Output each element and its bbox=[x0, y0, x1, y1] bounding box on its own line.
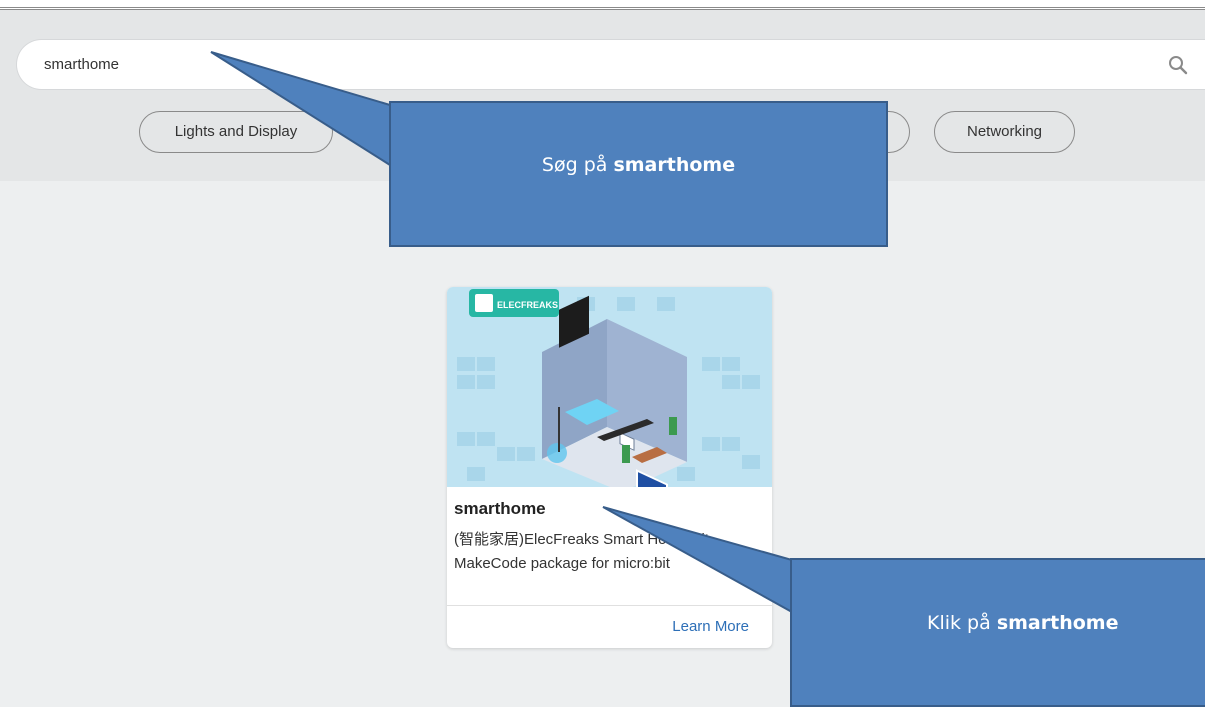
category-chip-label: Lights and Display bbox=[174, 123, 298, 140]
extension-card-smarthome[interactable]: ELECFREAKS smarthome (智能家居)ElecFreaks Sm… bbox=[447, 287, 772, 648]
category-chip-networking[interactable]: Networking bbox=[934, 111, 1075, 153]
top-rule bbox=[0, 0, 1205, 10]
card-divider bbox=[447, 605, 772, 606]
search-instruction-callout: Søg på smarthome bbox=[389, 101, 888, 247]
search-input[interactable]: smarthome bbox=[16, 39, 1205, 90]
search-icon[interactable] bbox=[1167, 54, 1189, 76]
search-instruction-text: Søg på smarthome bbox=[541, 154, 736, 176]
extension-card-image: ELECFREAKS bbox=[447, 287, 772, 487]
learn-more-link[interactable]: Learn More bbox=[672, 618, 749, 635]
extension-card-title: smarthome bbox=[454, 499, 546, 518]
search-input-value: smarthome bbox=[44, 56, 120, 73]
click-instruction-callout: Klik på smarthome bbox=[790, 558, 1205, 707]
category-chip-lights-and-display[interactable]: Lights and Display bbox=[139, 111, 333, 153]
category-chip-label: Networking bbox=[966, 123, 1043, 140]
click-instruction-text: Klik på smarthome bbox=[927, 612, 1119, 634]
elecfreaks-logo-text: ELECFREAKS bbox=[497, 300, 558, 310]
extension-card-description: (智能家居)ElecFreaks Smart Home Kit MakeCode… bbox=[454, 531, 710, 572]
